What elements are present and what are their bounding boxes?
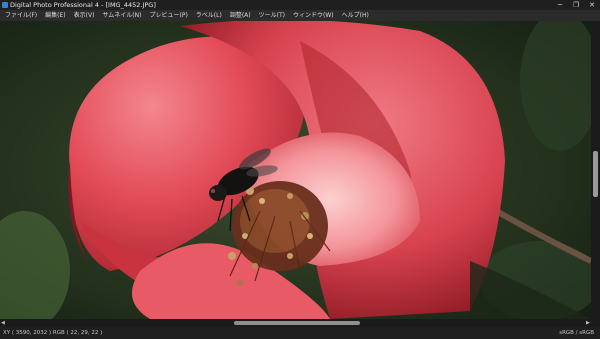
menu-file[interactable]: ファイル(F) [0,10,41,21]
menu-label[interactable]: ラベル(L) [192,10,226,21]
menu-preview[interactable]: プレビュー(P) [145,10,191,21]
photo-camellia [0,21,591,319]
menu-bar: ファイル(F) 編集(E) 表示(V) サムネイル(N) プレビュー(P) ラベ… [0,10,600,21]
menu-adjust[interactable]: 調整(A) [226,10,255,21]
restore-button[interactable]: ❐ [568,0,584,10]
close-button[interactable]: ✕ [584,0,600,10]
menu-help[interactable]: ヘルプ(H) [338,10,373,21]
horizontal-scrollbar[interactable]: ◀ ▶ [0,319,600,327]
image-viewer[interactable] [0,21,591,319]
scroll-left-icon[interactable]: ◀ [1,319,5,327]
menu-view[interactable]: 表示(V) [70,10,99,21]
minimize-button[interactable]: ─ [552,0,568,10]
menu-window[interactable]: ウィンドウ(W) [289,10,338,21]
menu-edit[interactable]: 編集(E) [41,10,69,21]
status-bar: XY ( 3590, 2032 ) RGB ( 22, 29, 22 ) sRG… [0,327,600,339]
menu-tools[interactable]: ツール(T) [255,10,289,21]
vertical-scrollbar[interactable] [591,21,600,319]
window-controls: ─ ❐ ✕ [552,0,600,10]
menu-thumbnail[interactable]: サムネイル(N) [98,10,145,21]
cursor-info: XY ( 3590, 2032 ) RGB ( 22, 29, 22 ) [3,330,103,336]
app-icon [2,2,8,8]
title-bar: Digital Photo Professional 4 - [IMG_4452… [0,0,600,10]
vertical-scroll-thumb[interactable] [593,151,598,197]
window-title: Digital Photo Professional 4 - [IMG_4452… [10,1,156,9]
scroll-right-icon[interactable]: ▶ [586,319,590,327]
horizontal-scroll-thumb[interactable] [234,321,360,325]
color-space-info: sRGB / sRGB [559,330,594,336]
